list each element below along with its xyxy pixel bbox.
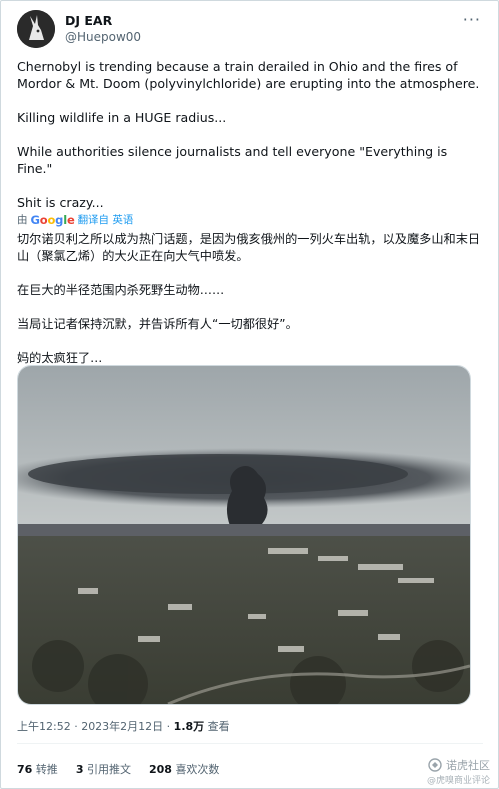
more-options-icon[interactable]: ··· xyxy=(463,10,481,29)
translate-link[interactable]: 翻译自 英语 xyxy=(78,212,134,229)
tweet-text-p2: Killing wildlife in a HUGE radius... xyxy=(17,110,227,125)
likes-count: 208 xyxy=(148,763,172,776)
avatar-rabbit-icon xyxy=(17,10,55,48)
google-letter: g xyxy=(55,212,64,227)
views-label: 查看 xyxy=(204,720,230,733)
translated-p1: 切尔诺贝利之所以成为热门话题，是因为俄亥俄州的一列火车出轨，以及魔多山和末日山（… xyxy=(17,232,481,263)
likes-label: 喜欢次数 xyxy=(175,763,220,776)
google-letter: G xyxy=(30,212,40,227)
quotes-count: 3 xyxy=(75,763,84,776)
tweet-stats: 76 转推 3 引用推文 208 喜欢次数 xyxy=(17,761,219,777)
author-handle[interactable]: @Huepow00 xyxy=(65,30,141,44)
views-count: 1.8万 xyxy=(173,720,205,733)
tweet-card: DJ EAR @Huepow00 ··· Chernobyl is trendi… xyxy=(0,0,499,789)
smoke-plume-photo xyxy=(18,366,470,704)
divider xyxy=(17,743,483,744)
translated-p3: 当局让记者保持沉默，并告诉所有人“一切都很好”。 xyxy=(17,317,298,331)
tweet-text-p3: While authorities silence journalists an… xyxy=(17,144,448,176)
translated-p2: 在巨大的半径范围内杀死野生动物…… xyxy=(17,283,225,297)
translated-by-google: 由 Google 翻译自 英语 xyxy=(17,213,485,227)
google-logo: Google xyxy=(31,212,75,229)
retweets-count: 76 xyxy=(17,763,33,776)
retweets-label: 转推 xyxy=(35,763,58,776)
tweet-header: DJ EAR @Huepow00 ··· xyxy=(17,10,485,50)
google-letter: e xyxy=(66,212,75,227)
retweets-stat[interactable]: 76 转推 xyxy=(17,761,58,777)
likes-stat[interactable]: 208 喜欢次数 xyxy=(149,761,219,777)
quotes-stat[interactable]: 3 引用推文 xyxy=(76,761,131,777)
watermark-text: 诺虎社区 xyxy=(446,759,490,772)
tweet-body: Chernobyl is trending because a train de… xyxy=(17,58,485,384)
tweet-text-p1: Chernobyl is trending because a train de… xyxy=(17,59,480,91)
tweet-photo[interactable] xyxy=(17,365,471,705)
tweet-timestamp[interactable]: 上午12:52 · 2023年2月12日 · xyxy=(17,720,174,733)
tweet-meta: 上午12:52 · 2023年2月12日 · 1.8万 查看 xyxy=(17,718,230,734)
translated-prefix: 由 xyxy=(17,213,28,226)
avatar[interactable] xyxy=(17,10,55,48)
watermark-community: 诺虎社区 xyxy=(428,757,490,773)
google-letter: o xyxy=(47,212,56,227)
watermark-handle: @虎嗅商业评论 xyxy=(426,776,490,786)
author-name[interactable]: DJ EAR xyxy=(65,13,112,28)
watermark-logo-icon xyxy=(428,758,442,772)
translated-text: 切尔诺贝利之所以成为热门话题，是因为俄亥俄州的一列火车出轨，以及魔多山和末日山（… xyxy=(17,231,485,367)
quotes-label: 引用推文 xyxy=(86,763,131,776)
tweet-text-p4: Shit is crazy... xyxy=(17,195,104,210)
